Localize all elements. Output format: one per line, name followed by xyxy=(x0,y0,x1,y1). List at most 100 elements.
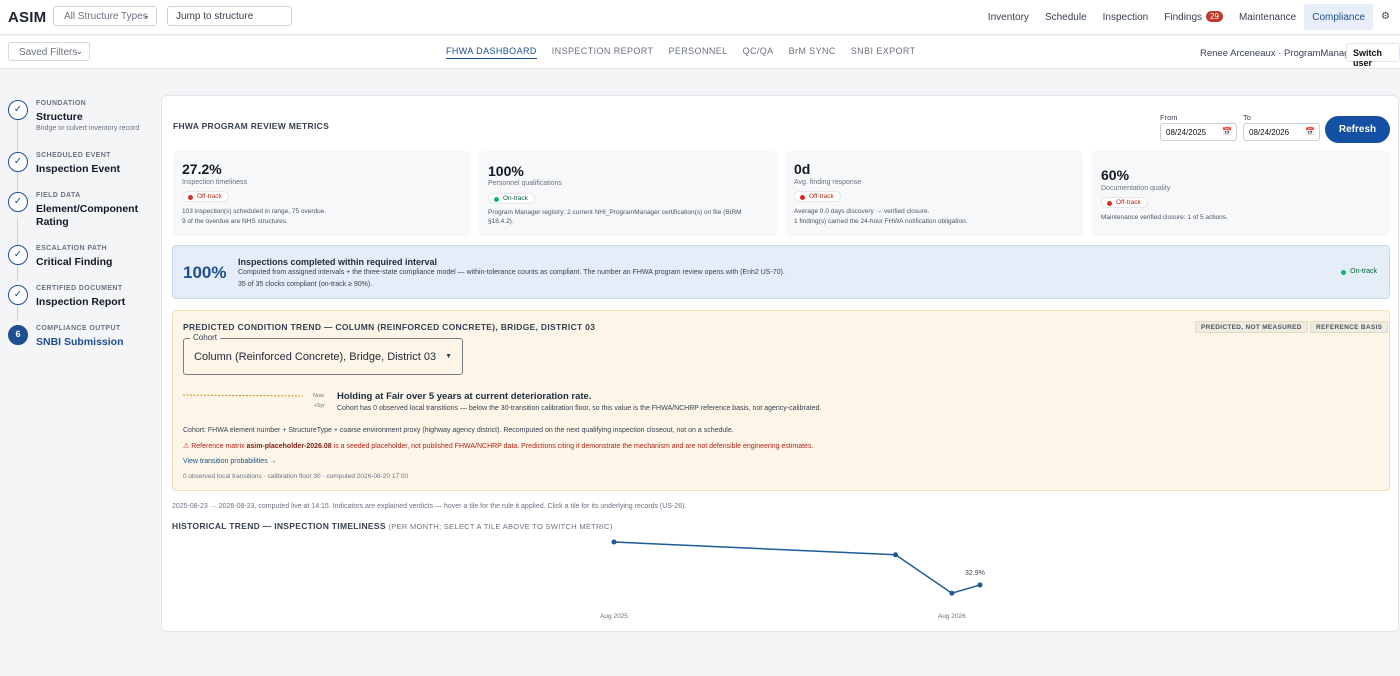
step-element-rating[interactable]: ✓ FIELD DATA Element/Component Rating xyxy=(8,188,158,228)
metric-note: 9 of the overdue are NHS structures. xyxy=(182,218,288,225)
current-user-label: Renee Arceneaux · ProgramManager xyxy=(1200,48,1358,59)
status-dot-icon xyxy=(1341,270,1347,275)
metric-note: Maintenance verified closure: 1 of 5 act… xyxy=(1101,214,1228,221)
step-title: Structure xyxy=(36,111,83,123)
from-date-value: 08/24/2025 xyxy=(1166,128,1207,137)
metric-note: §18.4.2). xyxy=(488,218,514,225)
metric-label: Avg. finding response xyxy=(794,179,862,186)
calendar-icon[interactable]: 📅 xyxy=(1222,127,1232,136)
step-category: ESCALATION PATH xyxy=(36,245,107,252)
metric-note: 1 finding(s) carried the 24-hour FHWA no… xyxy=(794,218,968,225)
data-label: 32.9% xyxy=(965,570,985,577)
view-transition-probabilities-link[interactable]: View transition probabilities → xyxy=(183,458,277,465)
check-icon: ✓ xyxy=(8,245,28,265)
series-line xyxy=(613,541,981,595)
step-category: FIELD DATA xyxy=(36,192,81,199)
predicted-condition-panel: PREDICTED CONDITION TREND — COLUMN (REIN… xyxy=(172,310,1390,491)
data-point[interactable] xyxy=(977,582,983,588)
metric-tile-personnel[interactable]: 100% Personnel qualifications On-track P… xyxy=(479,151,777,236)
metric-value: 60% xyxy=(1101,167,1130,183)
status-dot-icon xyxy=(494,197,499,202)
saved-filters-select[interactable]: Saved Filters ⌄ xyxy=(8,42,90,61)
data-point[interactable] xyxy=(611,539,617,545)
step-title: SNBI Submission xyxy=(36,336,124,348)
check-icon: ✓ xyxy=(8,285,28,305)
trend-sparkline xyxy=(183,394,304,397)
x-tick-label: Aug 2025 xyxy=(600,613,628,620)
switch-user-button[interactable]: Switch user xyxy=(1346,43,1400,68)
step-title: Inspection Event xyxy=(36,163,121,175)
structure-type-value: All Structure Types xyxy=(64,11,148,22)
step-category: FOUNDATION xyxy=(36,100,87,107)
historical-trend-title: HISTORICAL TREND — INSPECTION TIMELINESS… xyxy=(172,521,613,531)
metric-tile-documentation[interactable]: 60% Documentation quality Off-track Main… xyxy=(1092,151,1390,236)
sparkline-now-label: Now xyxy=(313,393,325,399)
step-description: Bridge or culvert inventory record xyxy=(36,125,140,132)
tab-personnel[interactable]: PERSONNEL xyxy=(668,46,727,59)
tab-qc-qa[interactable]: QC/QA xyxy=(743,46,774,59)
nav-maintenance[interactable]: Maintenance xyxy=(1231,4,1304,30)
jump-to-structure-input[interactable] xyxy=(167,6,292,26)
to-date-input[interactable]: 08/24/2026 📅 xyxy=(1243,123,1320,141)
fhwa-dashboard-card: FHWA PROGRAM REVIEW METRICS From 08/24/2… xyxy=(161,95,1399,632)
app-logo[interactable]: ASIM xyxy=(8,9,46,26)
gear-icon[interactable]: ⚙ xyxy=(1373,4,1400,30)
caret-down-icon: ▼ xyxy=(445,353,452,360)
structure-type-select[interactable]: All Structure Types ⌄ xyxy=(53,6,157,26)
from-label: From xyxy=(1160,113,1178,122)
nav-inventory[interactable]: Inventory xyxy=(980,4,1037,30)
step-structure[interactable]: ✓ FOUNDATION Structure Bridge or culvert… xyxy=(8,96,158,136)
status-badge: Off-track xyxy=(1101,197,1148,208)
chevron-down-icon: ⌄ xyxy=(142,10,150,20)
history-subtitle: (PER MONTH; SELECT A TILE ABOVE TO SWITC… xyxy=(388,522,613,531)
status-dot-icon xyxy=(188,195,193,200)
data-point[interactable] xyxy=(949,590,955,596)
top-bar: ASIM All Structure Types ⌄ Inventory Sch… xyxy=(0,0,1400,35)
nav-findings-label: Findings xyxy=(1164,12,1203,23)
cohort-note: Cohort: FHWA element number + StructureT… xyxy=(183,427,734,434)
step-category: CERTIFIED DOCUMENT xyxy=(36,285,123,292)
to-label: To xyxy=(1243,113,1251,122)
tab-fhwa-dashboard[interactable]: FHWA DASHBOARD xyxy=(446,46,537,59)
tab-snbi-export[interactable]: SNBI EXPORT xyxy=(851,46,916,59)
step-inspection-event[interactable]: ✓ SCHEDULED EVENT Inspection Event xyxy=(8,148,158,188)
cohort-value: Column (Reinforced Concrete), Bridge, Di… xyxy=(194,351,437,363)
nav-schedule[interactable]: Schedule xyxy=(1037,4,1095,30)
status-text: Off-track xyxy=(1116,199,1141,206)
status-badge: Off-track xyxy=(182,191,229,202)
cohort-label: Cohort xyxy=(190,333,221,342)
check-icon: ✓ xyxy=(8,192,28,212)
dashboard-title: FHWA PROGRAM REVIEW METRICS xyxy=(173,121,330,131)
metric-tile-timeliness[interactable]: 27.2% Inspection timeliness Off-track 10… xyxy=(173,151,471,236)
step-title: Element/Component Rating xyxy=(36,203,139,228)
reference-basis-tag: REFERENCE BASIS xyxy=(1310,321,1389,333)
nav-findings[interactable]: Findings 29 xyxy=(1156,4,1231,30)
calendar-icon[interactable]: 📅 xyxy=(1305,127,1315,136)
data-point[interactable] xyxy=(893,552,899,558)
nav-inspection[interactable]: Inspection xyxy=(1095,4,1157,30)
check-icon: ✓ xyxy=(8,100,28,120)
check-icon: ✓ xyxy=(8,152,28,172)
range-note: 2025-08-23 → 2026-08-23, computed live a… xyxy=(172,503,687,510)
tab-inspection-report[interactable]: INSPECTION REPORT xyxy=(552,46,654,59)
metric-tile-finding-response[interactable]: 0d Avg. finding response Off-track Avera… xyxy=(785,151,1083,236)
from-date-input[interactable]: 08/24/2025 📅 xyxy=(1160,123,1237,141)
predicted-tag: PREDICTED, NOT MEASURED xyxy=(1195,321,1308,333)
step-critical-finding[interactable]: ✓ ESCALATION PATH Critical Finding xyxy=(8,241,158,281)
banner-description: Computed from assigned intervals + the t… xyxy=(238,269,785,276)
banner-value: 100% xyxy=(183,263,227,282)
cohort-select[interactable]: Cohort Column (Reinforced Concrete), Bri… xyxy=(183,333,463,375)
tab-brm-sync[interactable]: BrM SYNC xyxy=(789,46,836,59)
interval-compliance-banner[interactable]: 100% Inspections completed within requir… xyxy=(172,245,1390,299)
step-inspection-report[interactable]: ✓ CERTIFIED DOCUMENT Inspection Report xyxy=(8,281,158,321)
metric-value: 27.2% xyxy=(182,161,222,177)
step-snbi-submission[interactable]: 6 COMPLIANCE OUTPUT SNBI Submission xyxy=(8,321,158,361)
nav-compliance[interactable]: Compliance xyxy=(1304,4,1374,30)
refresh-button[interactable]: Refresh xyxy=(1325,116,1390,143)
status-badge: On-track xyxy=(1341,268,1377,275)
compliance-tabs: FHWA DASHBOARD INSPECTION REPORT PERSONN… xyxy=(446,46,931,59)
banner-subtext: 35 of 35 clocks compliant (on-track ≥ 90… xyxy=(238,281,373,288)
sub-bar: Saved Filters ⌄ FHWA DASHBOARD INSPECTIO… xyxy=(0,36,1400,69)
top-nav: Inventory Schedule Inspection Findings 2… xyxy=(980,4,1400,30)
historical-trend-chart: 32.9% Aug 2025 Aug 2026 xyxy=(600,539,985,620)
